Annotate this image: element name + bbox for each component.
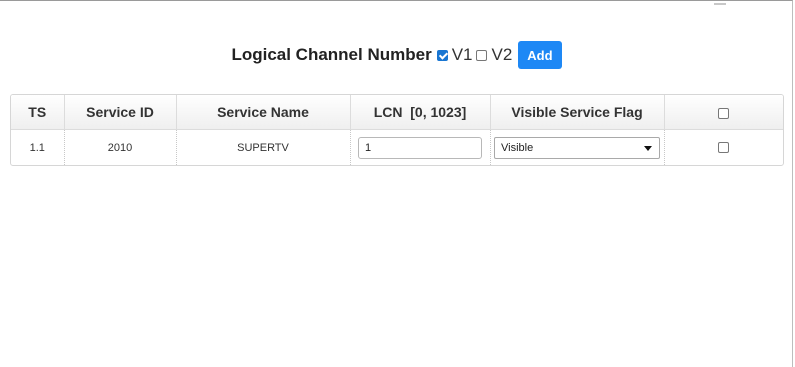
column-header-service-name: Service Name [176,95,351,130]
visible-flag-value: Visible [501,141,534,154]
page-title: Logical Channel Number [231,45,432,64]
table-row: 1.1 2010 SUPERTV Visible [11,129,783,166]
column-header-ts: TS [11,95,65,130]
lcn-input[interactable] [358,136,482,159]
table-header-row: TS Service ID Service Name LCN [0, 1023]… [11,95,783,130]
caret-down-icon [644,145,652,151]
lcn-table: TS Service ID Service Name LCN [0, 1023]… [10,94,784,166]
column-header-service-id: Service ID [64,95,177,130]
v1-checkbox[interactable] [436,49,448,61]
lcn-panel: Logical Channel Number V1 V2 Add TS Serv… [0,0,793,367]
window-edge-mark [714,3,726,5]
cell-visible-flag: Visible [490,129,665,165]
lcn-header: Logical Channel Number V1 V2 Add [0,41,793,69]
v2-label: V2 [491,45,513,64]
cell-lcn [350,129,491,165]
column-header-lcn: LCN [0, 1023] [350,95,491,130]
cell-service-id: 2010 [64,129,177,165]
cell-ts: 1.1 [11,129,65,165]
visible-flag-select[interactable]: Visible [494,136,660,159]
v1-label: V1 [451,45,473,64]
column-header-visible-flag: Visible Service Flag [490,95,665,130]
row-checkbox[interactable] [718,142,730,154]
column-header-select-all [664,95,783,130]
cell-select [664,130,783,166]
add-button[interactable]: Add [518,41,562,69]
v2-checkbox[interactable] [476,49,488,61]
cell-service-name: SUPERTV [176,129,351,165]
select-all-checkbox[interactable] [718,107,730,119]
